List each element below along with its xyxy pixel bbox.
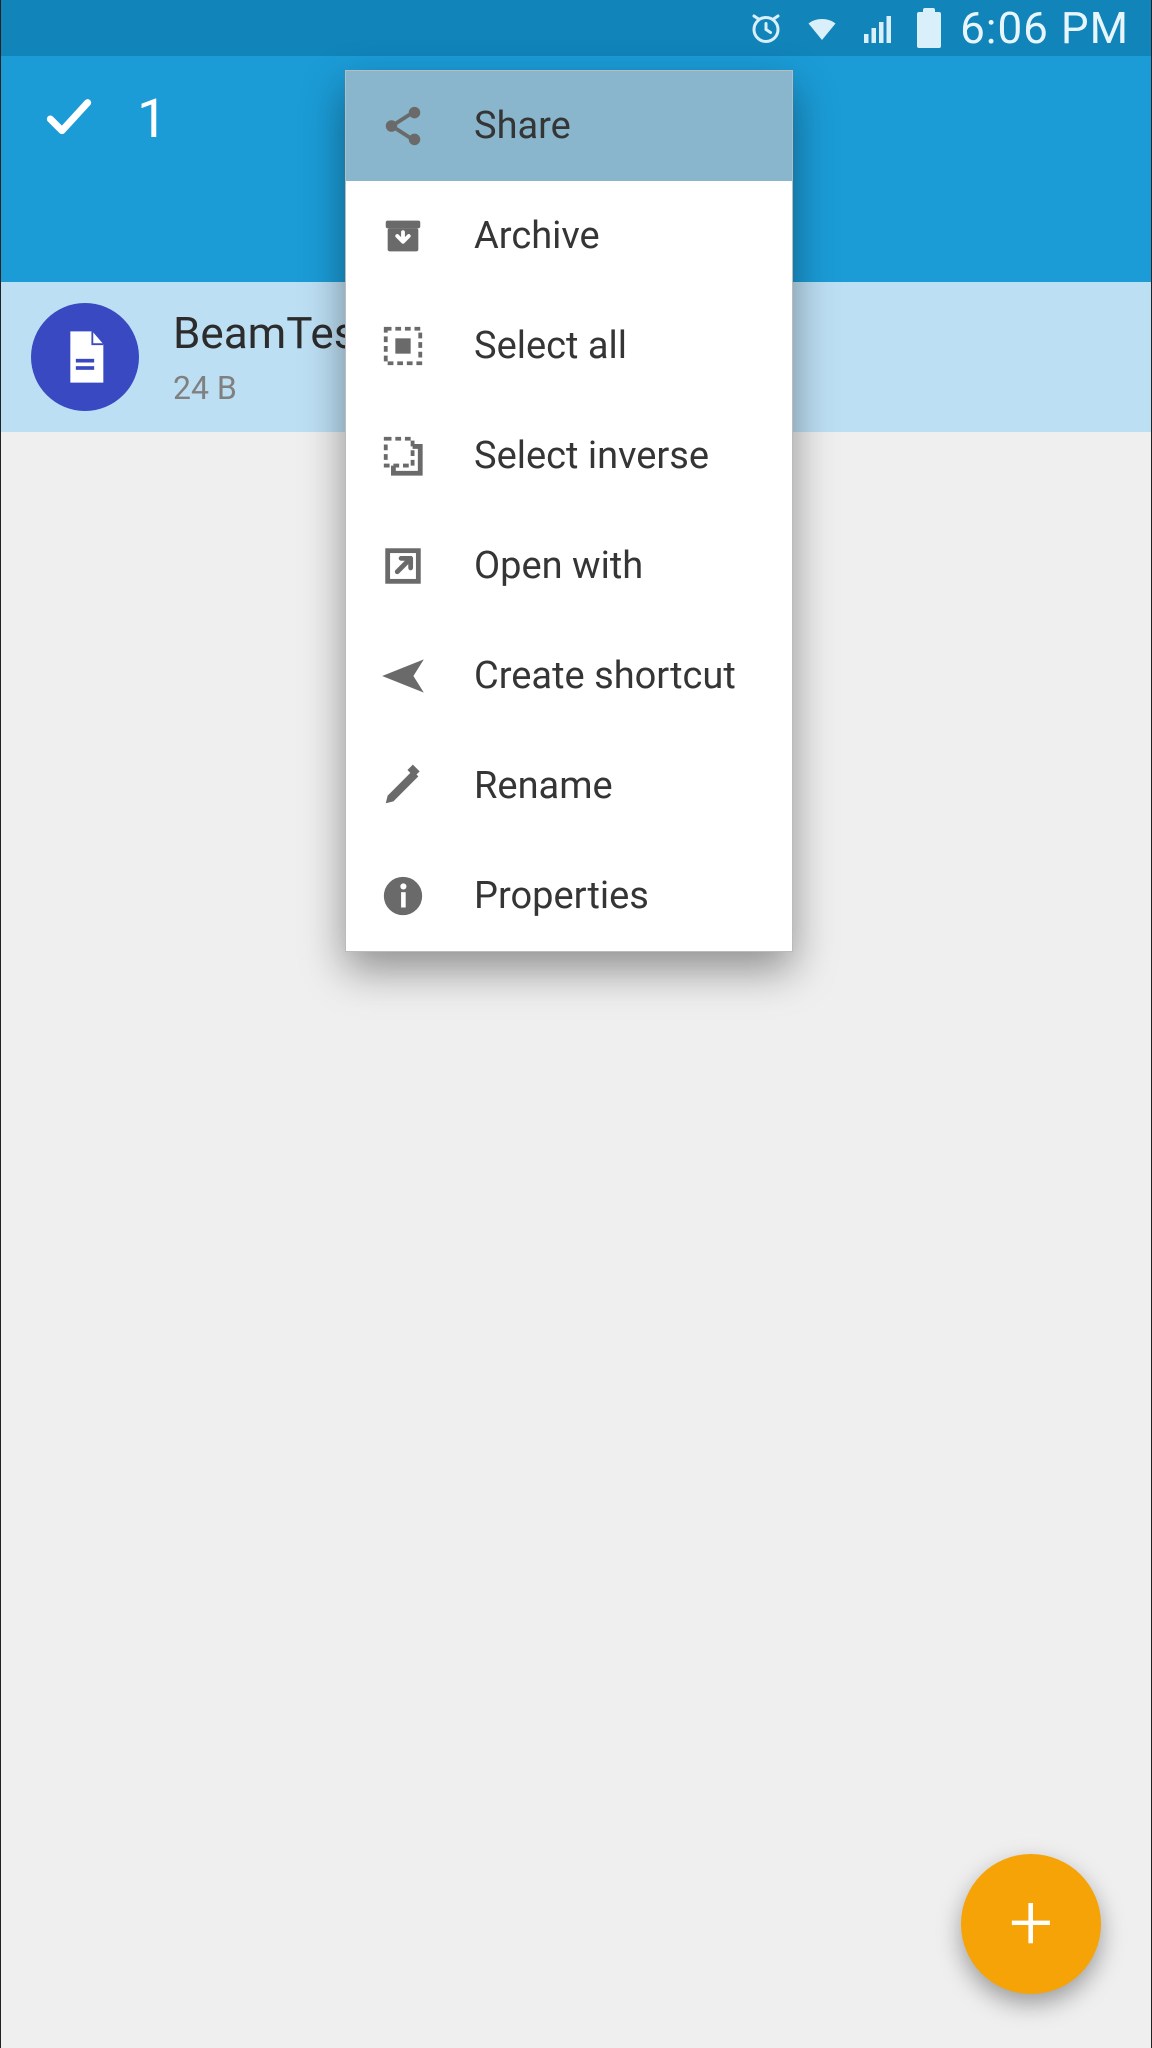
archive-icon [378,211,428,261]
menu-item-properties[interactable]: Properties [346,841,792,951]
done-icon[interactable] [41,91,97,147]
clock-text: 6:06 PM [960,2,1129,54]
selected-count: 1 [137,88,167,151]
menu-label: Rename [474,764,613,808]
menu-item-share[interactable]: Share [346,71,792,181]
menu-item-select-inverse[interactable]: Select inverse [346,401,792,511]
info-icon [378,871,428,921]
file-name: BeamTest [173,307,371,359]
menu-label: Properties [474,874,649,918]
menu-label: Archive [474,214,600,258]
menu-item-select-all[interactable]: Select all [346,291,792,401]
file-type-icon [31,303,139,411]
rename-icon [378,761,428,811]
share-icon [378,101,428,151]
menu-item-rename[interactable]: Rename [346,731,792,841]
wifi-icon [802,10,842,46]
menu-label: Select inverse [474,434,709,478]
add-fab[interactable]: + [961,1854,1101,1994]
status-bar: 6:06 PM [1,0,1151,56]
menu-label: Select all [474,324,627,368]
file-size: 24 B [173,369,371,407]
menu-item-open-with[interactable]: Open with [346,511,792,621]
menu-item-create-shortcut[interactable]: Create shortcut [346,621,792,731]
select-inverse-icon [378,431,428,481]
overflow-menu: Share Archive Select all Select inverse … [345,70,793,952]
open-with-icon [378,541,428,591]
menu-item-archive[interactable]: Archive [346,181,792,291]
menu-label: Share [474,104,571,148]
shortcut-icon [378,651,428,701]
menu-label: Open with [474,544,643,588]
select-all-icon [378,321,428,371]
alarm-icon [748,10,784,46]
signal-icon [860,10,898,46]
plus-icon: + [1009,1885,1053,1963]
menu-label: Create shortcut [474,654,736,698]
battery-icon [916,8,942,48]
